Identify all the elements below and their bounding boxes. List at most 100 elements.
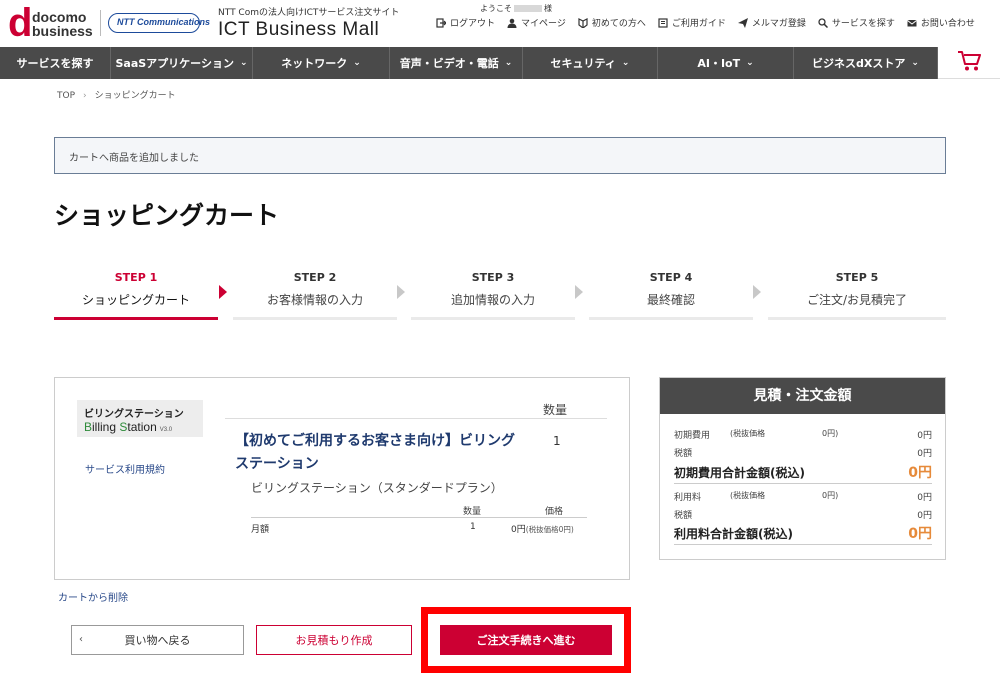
utility-link-label: 初めての方へ (591, 19, 646, 29)
nav-item-label: SaaSアプリケーション (115, 57, 234, 70)
button-label: 買い物へ戻る (124, 634, 191, 647)
step-number: STEP 3 (471, 271, 515, 284)
site-subtitle: NTT Comの法人向けICTサービス注文サイト (218, 8, 400, 18)
summary-initial-total: 初期費用合計金額(税込) 0円 (674, 462, 932, 484)
step-label: ご注文/お見積完了 (806, 293, 908, 307)
step-label: 追加情報の入力 (450, 293, 535, 307)
redacted-username (514, 5, 542, 12)
summary-total-value: 0円 (908, 526, 932, 542)
product-plan: ビリングステーション（スタンダードプラン） (251, 481, 503, 495)
cart-button[interactable] (938, 47, 1000, 79)
divider (225, 418, 607, 419)
chevron-down-icon: ⌄ (621, 58, 630, 68)
breadcrumb-current: ショッピングカート (94, 91, 176, 101)
nav-item-network[interactable]: ネットワーク ⌄ (253, 47, 390, 79)
product-quantity: 1 (553, 434, 561, 448)
utility-link-search[interactable]: サービスを探す (818, 16, 895, 29)
summary-title: 見積・注文金額 (660, 378, 945, 414)
price-table-qty-header: 数量 (463, 507, 482, 517)
button-label: ご注文手続きへ進む (476, 634, 576, 647)
breadcrumb: TOP › ショッピングカート (57, 88, 176, 101)
summary-value: 0円 (917, 493, 932, 503)
logo-text-business: business (32, 23, 93, 39)
site-title[interactable]: ICT Business Mall (218, 19, 379, 41)
back-to-shopping-button[interactable]: ‹ 買い物へ戻る (71, 625, 244, 655)
price-row-qty: 1 (470, 522, 476, 532)
utility-link-beginner[interactable]: 初めての方へ (578, 16, 646, 29)
summary-value: 0円 (917, 431, 932, 441)
button-label: お見積もり作成 (295, 634, 373, 647)
product-logo-en: Billing Station V3.0 (84, 420, 173, 434)
product-logo: ビリングステーション Billing Station V3.0 (77, 400, 203, 437)
utility-link-contact[interactable]: お問い合わせ (907, 16, 975, 29)
notice-text: カートへ商品を追加しました (69, 153, 199, 164)
order-summary: 見積・注文金額 初期費用 (税抜価格 0円) 0円 税額 0円 初期費用合計金額… (659, 377, 946, 560)
chevron-left-icon: ‹ (79, 634, 83, 645)
step-2: STEP 2 お客様情報の入力 (233, 268, 397, 320)
guide-book-icon (658, 17, 668, 28)
remove-from-cart-link[interactable]: カートから削除 (58, 589, 128, 604)
summary-label: 税額 (674, 511, 693, 521)
terms-of-service-link[interactable]: サービス利用規約 (85, 461, 165, 476)
summary-tax-excl-value: 0円) (822, 491, 839, 500)
summary-tax-excl-label: (税抜価格 (730, 429, 766, 438)
step-arrow-icon (753, 285, 761, 299)
page-title: ショッピングカート (54, 201, 280, 230)
breadcrumb-home[interactable]: TOP (57, 91, 75, 101)
chevron-down-icon: ⌄ (353, 58, 361, 68)
proceed-to-order-button[interactable]: ご注文手続きへ進む (440, 625, 612, 655)
summary-usage-total: 利用料合計金額(税込) 0円 (674, 523, 932, 545)
ntt-logo-text: NTT Communications (117, 17, 211, 27)
step-label: お客様情報の入力 (266, 293, 363, 307)
nav-item-label: サービスを探す (16, 57, 94, 70)
ntt-communications-logo: NTT Communications (108, 13, 210, 33)
step-number: STEP 2 (293, 271, 337, 284)
nav-item-label: 音声・ビデオ・電話 (399, 57, 499, 70)
step-5: STEP 5 ご注文/お見積完了 (768, 268, 946, 320)
create-quote-button[interactable]: お見積もり作成 (256, 625, 412, 655)
summary-total-label: 初期費用合計金額(税込) (674, 466, 805, 480)
step-number: STEP 5 (835, 271, 879, 284)
welcome-message: ようこそ 様 (480, 3, 552, 14)
nav-item-label: AI・IoT (697, 57, 741, 70)
summary-value: 0円 (917, 511, 932, 521)
summary-label: 税額 (674, 449, 693, 459)
nav-item-saas[interactable]: SaaSアプリケーション ⌄ (111, 47, 253, 79)
nav-item-find-service[interactable]: サービスを探す (0, 47, 111, 79)
utility-link-logout[interactable]: ログアウト (436, 16, 495, 29)
utility-link-newsletter[interactable]: メルマガ登録 (737, 16, 806, 29)
utility-nav: ログアウト マイページ 初めての方へ ご利用ガイド メルマガ登録 サービスを探す… (436, 16, 975, 29)
price-row-price: 0円(税抜価格0円) (511, 525, 574, 535)
step-progress-bar (411, 317, 575, 320)
nav-item-ai-iot[interactable]: AI・IoT ⌄ (658, 47, 794, 79)
search-icon (818, 17, 828, 28)
welcome-prefix: ようこそ (480, 4, 512, 13)
utility-link-mypage[interactable]: マイページ (507, 16, 566, 29)
summary-total-value: 0円 (908, 465, 932, 481)
quantity-header: 数量 (543, 403, 568, 417)
step-arrow-icon (575, 285, 583, 299)
utility-link-label: ご利用ガイド (671, 19, 726, 29)
price-table-price-header: 価格 (545, 507, 564, 517)
docomo-business-logo[interactable]: d docomo business (8, 3, 98, 43)
summary-label: 利用料 (674, 493, 702, 503)
chevron-down-icon: ⌄ (746, 58, 754, 68)
chevron-down-icon: ⌄ (504, 58, 513, 68)
step-label: ショッピングカート (81, 293, 190, 307)
logout-icon (436, 17, 447, 28)
product-title[interactable]: 【初めてご利用するお客さま向け】ビリングステーション (235, 430, 525, 476)
summary-value: 0円 (917, 449, 932, 459)
utility-link-guide[interactable]: ご利用ガイド (658, 16, 726, 29)
product-version: V3.0 (159, 427, 173, 433)
utility-link-label: メルマガ登録 (751, 19, 806, 29)
nav-item-security[interactable]: セキュリティ ⌄ (523, 47, 658, 79)
nav-item-label: セキュリティ (550, 57, 616, 70)
nav-item-label: ネットワーク (281, 57, 348, 70)
nav-item-dx-store[interactable]: ビジネスdXストア ⌄ (794, 47, 938, 79)
divider (251, 517, 587, 518)
site-header: d docomo business NTT Communications NTT… (0, 0, 1000, 47)
logo-text-docomo: docomo (32, 9, 87, 25)
beginner-icon (578, 17, 588, 29)
nav-item-voice-video[interactable]: 音声・ビデオ・電話 ⌄ (390, 47, 523, 79)
utility-link-label: マイページ (521, 19, 566, 29)
